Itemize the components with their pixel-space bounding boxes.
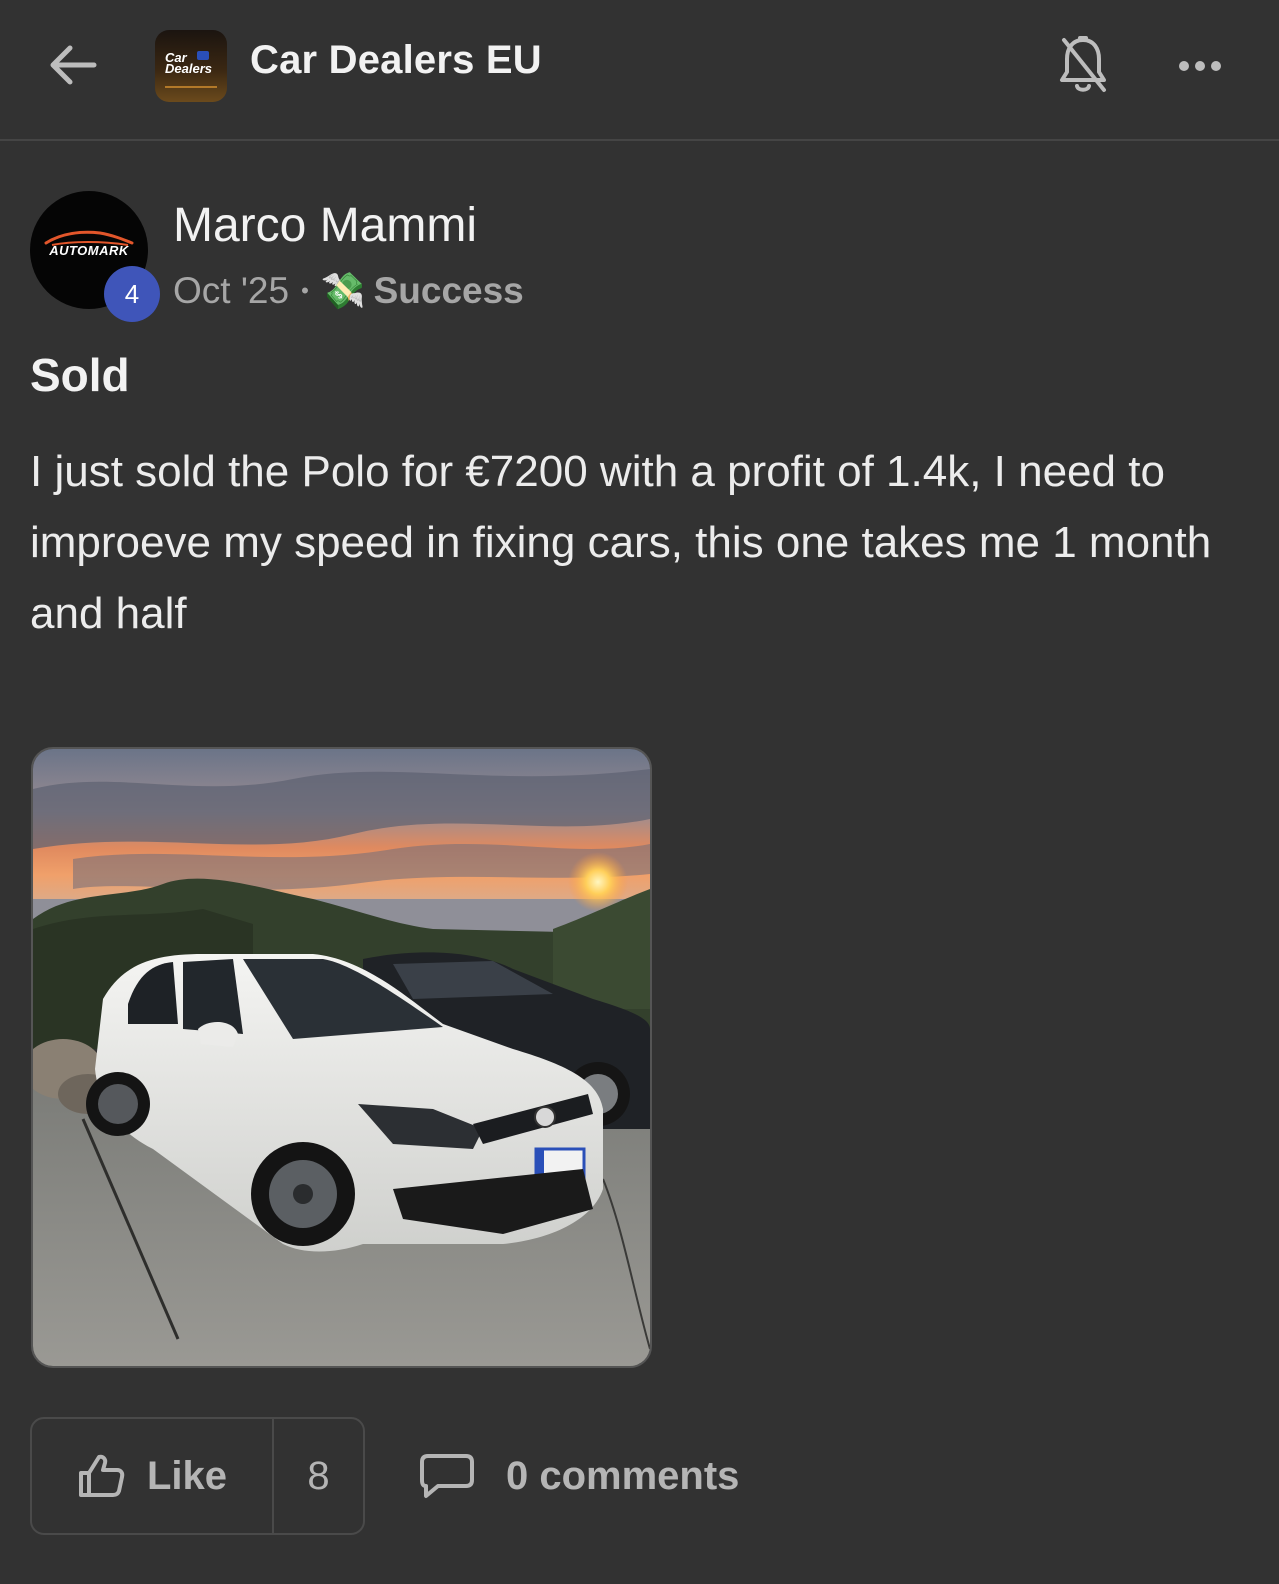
post-meta: Oct '25 • 💸 Success	[173, 268, 524, 314]
post-body: I just sold the Polo for €7200 with a pr…	[30, 447, 1212, 638]
avatar-brand-text: AUTOMARK	[49, 243, 129, 258]
like-count[interactable]: 8	[274, 1419, 363, 1533]
meta-separator: •	[301, 278, 309, 303]
group-logo-text-line2: Dealers	[165, 61, 212, 76]
like-label: Like	[146, 1453, 228, 1498]
comments-label: 0 comments	[506, 1453, 740, 1498]
like-group: Like 8	[30, 1417, 365, 1535]
post-screen: Car Dealers Car Dealers EU AUTOMARK 4 Ma…	[0, 0, 1279, 1584]
ellipsis-dot	[1195, 61, 1205, 71]
eu-flag-icon	[197, 51, 209, 60]
author-name[interactable]: Marco Mammi	[173, 198, 477, 253]
post-date: Oct '25	[173, 270, 290, 311]
money-with-wings-icon: 💸	[320, 270, 366, 311]
more-options-button[interactable]	[1168, 40, 1232, 92]
ellipsis-dot	[1211, 61, 1221, 71]
like-button[interactable]: Like	[32, 1419, 274, 1533]
comment-icon	[420, 1454, 474, 1498]
back-button[interactable]	[44, 36, 102, 94]
logo-underline	[165, 86, 217, 88]
notifications-toggle-button[interactable]	[1052, 30, 1114, 100]
group-logo[interactable]: Car Dealers	[155, 30, 227, 102]
level-badge: 4	[104, 266, 160, 322]
comments-button[interactable]: 0 comments	[418, 1440, 739, 1512]
arrow-left-icon	[50, 45, 97, 85]
post-title: Sold	[30, 349, 130, 401]
bell-off-icon	[1060, 36, 1106, 92]
ellipsis-icon	[1179, 61, 1189, 71]
top-bar: Car Dealers Car Dealers EU	[0, 0, 1279, 141]
group-title[interactable]: Car Dealers EU	[250, 38, 542, 83]
post-category[interactable]: Success	[374, 270, 524, 312]
post-image[interactable]	[31, 747, 652, 1368]
thumbs-up-icon	[78, 1454, 125, 1497]
car-photo-illustration	[33, 749, 650, 1366]
